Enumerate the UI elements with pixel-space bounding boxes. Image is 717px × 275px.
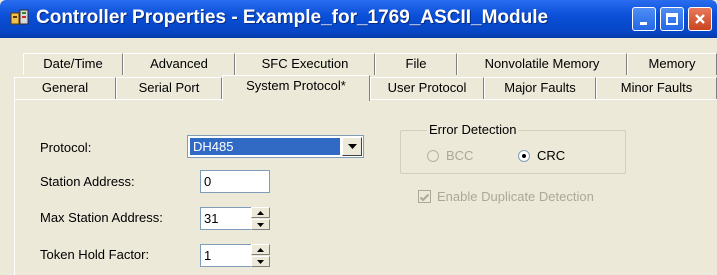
protocol-dropdown-button[interactable] [342,137,362,156]
token-hold-factor-label: Token Hold Factor: [40,247,150,262]
bcc-label: BCC [446,148,474,163]
max-station-address-label: Max Station Address: [40,210,163,225]
max-station-address-field[interactable]: 31 [200,207,252,230]
error-detection-title: Error Detection [427,122,519,137]
chevron-down-icon [257,222,264,227]
chevron-up-icon [257,210,264,215]
spin-up-button[interactable] [251,244,270,255]
spin-up-button[interactable] [251,207,270,218]
token-hold-factor-stepper[interactable]: 1 [200,244,270,267]
chevron-down-icon [347,143,357,149]
protocol-value: DH485 [190,138,340,155]
max-station-address-spin[interactable] [251,207,270,230]
spin-down-button[interactable] [251,256,270,267]
protocol-select[interactable]: DH485 [187,135,364,158]
protocol-label: Protocol: [40,140,92,155]
station-address-field[interactable]: 0 [200,170,270,193]
bcc-radio[interactable] [427,150,439,162]
checkmark-icon [419,193,430,202]
spin-down-button[interactable] [251,219,270,230]
token-hold-factor-spin[interactable] [251,244,270,267]
crc-label: CRC [537,148,566,163]
crc-radio[interactable] [518,150,530,162]
max-station-address-stepper[interactable]: 31 [200,207,270,230]
station-address-label: Station Address: [40,174,135,189]
token-hold-factor-field[interactable]: 1 [200,244,252,267]
chevron-down-icon [257,259,264,264]
duplicate-detection-checkbox[interactable] [418,190,431,203]
chevron-up-icon [257,247,264,252]
duplicate-detection-label: Enable Duplicate Detection [437,189,594,204]
